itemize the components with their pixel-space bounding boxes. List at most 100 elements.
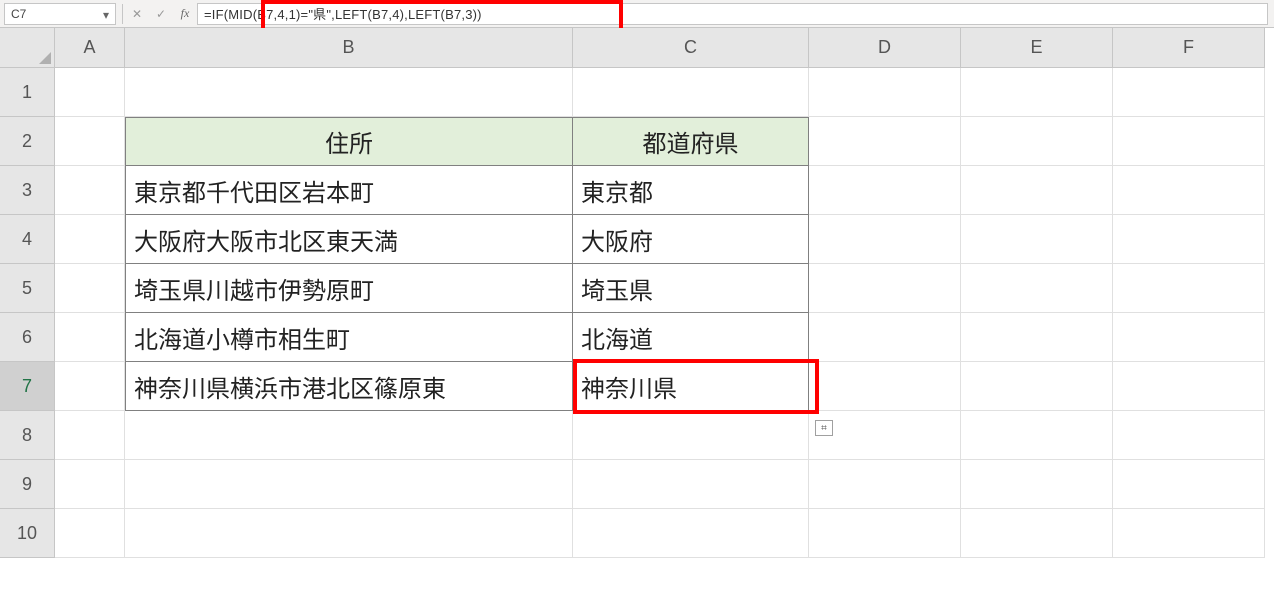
cell-A1[interactable] <box>55 68 125 117</box>
spreadsheet-grid[interactable]: A B C D E F 1 2 住所 都道府県 3 東京都千代田区岩本町 東京都… <box>0 28 1274 558</box>
cell-F6[interactable] <box>1113 313 1265 362</box>
cell-D9[interactable] <box>809 460 961 509</box>
cell-A7[interactable] <box>55 362 125 411</box>
cell-A4[interactable] <box>55 215 125 264</box>
cell-value: 北海道 <box>581 320 653 355</box>
cell-E2[interactable] <box>961 117 1113 166</box>
cell-D10[interactable] <box>809 509 961 558</box>
cell-F3[interactable] <box>1113 166 1265 215</box>
cell-C1[interactable] <box>573 68 809 117</box>
cell-F7[interactable] <box>1113 362 1265 411</box>
cell-A5[interactable] <box>55 264 125 313</box>
cell-E1[interactable] <box>961 68 1113 117</box>
cell-C10[interactable] <box>573 509 809 558</box>
cell-value: 神奈川県横浜市港北区篠原東 <box>134 369 446 404</box>
cell-value: 埼玉県川越市伊勢原町 <box>134 271 374 306</box>
cell-C9[interactable] <box>573 460 809 509</box>
header-prefecture: 都道府県 <box>643 124 739 159</box>
cell-F8[interactable] <box>1113 411 1265 460</box>
cell-B3[interactable]: 東京都千代田区岩本町 <box>125 166 573 215</box>
cell-E9[interactable] <box>961 460 1113 509</box>
cell-D1[interactable] <box>809 68 961 117</box>
cell-F2[interactable] <box>1113 117 1265 166</box>
select-all-corner[interactable] <box>0 28 55 68</box>
cell-F10[interactable] <box>1113 509 1265 558</box>
col-header-C[interactable]: C <box>573 28 809 68</box>
name-box[interactable]: C7 ▾ <box>4 3 116 25</box>
cell-C5[interactable]: 埼玉県 <box>573 264 809 313</box>
cell-D5[interactable] <box>809 264 961 313</box>
row-header-1[interactable]: 1 <box>0 68 55 117</box>
cell-A9[interactable] <box>55 460 125 509</box>
row-header-5[interactable]: 5 <box>0 264 55 313</box>
cell-value: 大阪府大阪市北区東天満 <box>134 222 398 257</box>
check-icon: ✓ <box>156 7 166 21</box>
autofill-options-icon[interactable]: ⌗ <box>815 420 833 436</box>
cell-value: 神奈川県 <box>581 369 677 404</box>
autofill-glyph: ⌗ <box>821 423 827 434</box>
row-header-3[interactable]: 3 <box>0 166 55 215</box>
cell-B6[interactable]: 北海道小樽市相生町 <box>125 313 573 362</box>
row-header-4[interactable]: 4 <box>0 215 55 264</box>
cell-value: 東京都 <box>581 173 653 208</box>
name-box-dropdown-icon[interactable]: ▾ <box>103 8 113 20</box>
cell-D3[interactable] <box>809 166 961 215</box>
formula-input[interactable]: =IF(MID(B7,4,1)="県",LEFT(B7,4),LEFT(B7,3… <box>197 3 1268 25</box>
row-header-6[interactable]: 6 <box>0 313 55 362</box>
cell-value: 東京都千代田区岩本町 <box>134 173 374 208</box>
col-header-B[interactable]: B <box>125 28 573 68</box>
cell-C3[interactable]: 東京都 <box>573 166 809 215</box>
col-header-D[interactable]: D <box>809 28 961 68</box>
row-header-10[interactable]: 10 <box>0 509 55 558</box>
cell-E7[interactable] <box>961 362 1113 411</box>
cell-E5[interactable] <box>961 264 1113 313</box>
cell-E6[interactable] <box>961 313 1113 362</box>
formula-text: =IF(MID(B7,4,1)="県",LEFT(B7,4),LEFT(B7,3… <box>204 4 482 23</box>
cell-F4[interactable] <box>1113 215 1265 264</box>
cell-B4[interactable]: 大阪府大阪市北区東天満 <box>125 215 573 264</box>
cell-A3[interactable] <box>55 166 125 215</box>
cell-value: 大阪府 <box>581 222 653 257</box>
cell-value: 埼玉県 <box>581 271 653 306</box>
cell-A2[interactable] <box>55 117 125 166</box>
cell-C7[interactable]: 神奈川県 <box>573 362 809 411</box>
cell-B10[interactable] <box>125 509 573 558</box>
cell-B9[interactable] <box>125 460 573 509</box>
cell-E8[interactable] <box>961 411 1113 460</box>
cell-F9[interactable] <box>1113 460 1265 509</box>
cancel-button: ✕ <box>125 3 149 25</box>
cell-A6[interactable] <box>55 313 125 362</box>
enter-button: ✓ <box>149 3 173 25</box>
cell-B1[interactable] <box>125 68 573 117</box>
cell-E3[interactable] <box>961 166 1113 215</box>
col-header-F[interactable]: F <box>1113 28 1265 68</box>
col-header-E[interactable]: E <box>961 28 1113 68</box>
row-header-8[interactable]: 8 <box>0 411 55 460</box>
cell-D2[interactable] <box>809 117 961 166</box>
cell-D7[interactable] <box>809 362 961 411</box>
cell-D4[interactable] <box>809 215 961 264</box>
row-header-2[interactable]: 2 <box>0 117 55 166</box>
header-address: 住所 <box>325 124 373 159</box>
cell-C8[interactable] <box>573 411 809 460</box>
cell-B8[interactable] <box>125 411 573 460</box>
col-header-A[interactable]: A <box>55 28 125 68</box>
cancel-icon: ✕ <box>132 7 142 21</box>
cell-C2[interactable]: 都道府県 <box>573 117 809 166</box>
cell-E4[interactable] <box>961 215 1113 264</box>
row-header-9[interactable]: 9 <box>0 460 55 509</box>
cell-B5[interactable]: 埼玉県川越市伊勢原町 <box>125 264 573 313</box>
cell-B2[interactable]: 住所 <box>125 117 573 166</box>
name-box-value: C7 <box>11 7 26 21</box>
cell-B7[interactable]: 神奈川県横浜市港北区篠原東 <box>125 362 573 411</box>
cell-D6[interactable] <box>809 313 961 362</box>
row-header-7[interactable]: 7 <box>0 362 55 411</box>
cell-C4[interactable]: 大阪府 <box>573 215 809 264</box>
cell-C6[interactable]: 北海道 <box>573 313 809 362</box>
cell-A8[interactable] <box>55 411 125 460</box>
cell-F5[interactable] <box>1113 264 1265 313</box>
fx-label[interactable]: fx <box>173 6 197 21</box>
cell-E10[interactable] <box>961 509 1113 558</box>
cell-F1[interactable] <box>1113 68 1265 117</box>
cell-A10[interactable] <box>55 509 125 558</box>
